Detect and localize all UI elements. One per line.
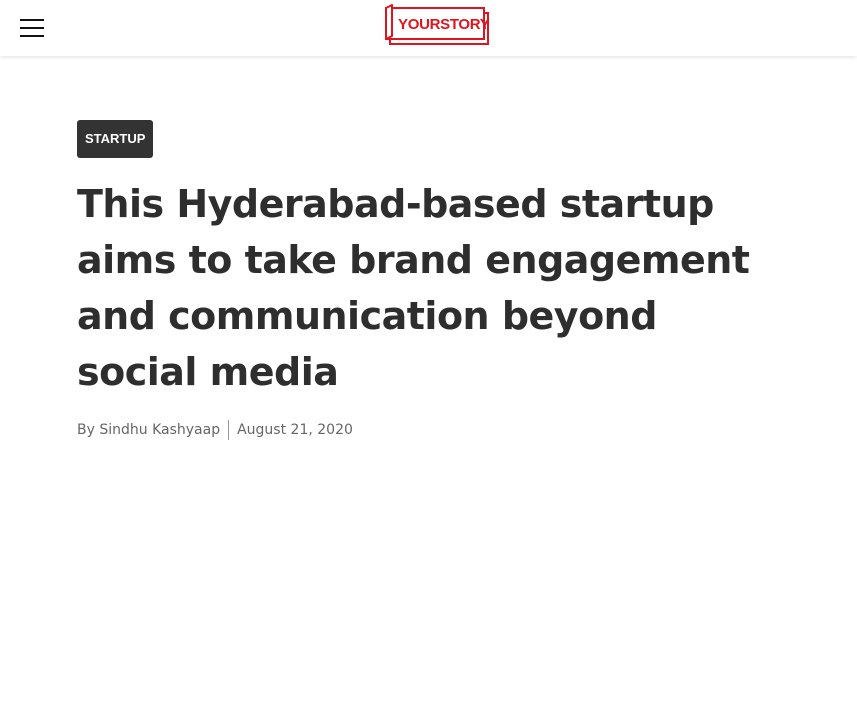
author-link[interactable]: By Sindhu Kashyaap (77, 422, 220, 438)
menu-line (20, 27, 44, 29)
logo-graphic: YOURSTORY (385, 4, 490, 45)
byline-divider (228, 420, 230, 440)
article-title: This Hyderabad-based startup aims to tak… (77, 182, 750, 394)
top-navigation-bar: YOURSTORY (0, 0, 857, 56)
yourstory-logo[interactable]: YOURSTORY (384, 4, 490, 46)
article-header: STARTUP This Hyderabad-based startup aim… (77, 120, 797, 440)
article-byline: By Sindhu Kashyaap August 21, 2020 (77, 420, 797, 440)
svg-text:YOURSTORY: YOURSTORY (398, 16, 490, 33)
menu-line (20, 35, 44, 37)
hamburger-menu-icon[interactable] (20, 18, 44, 38)
menu-line (20, 19, 44, 21)
category-badge[interactable]: STARTUP (77, 120, 154, 158)
publish-date: August 21, 2020 (237, 422, 353, 438)
